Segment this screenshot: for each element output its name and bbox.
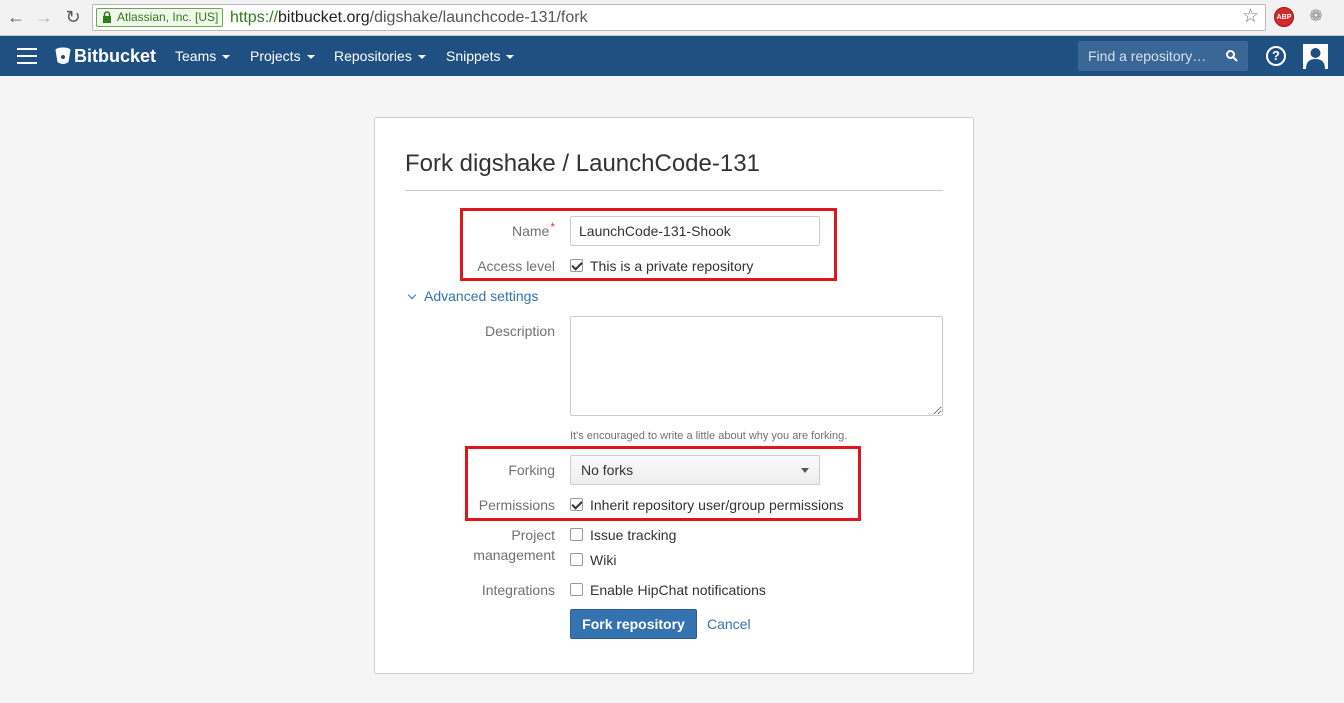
ev-badge-text: Atlassian, Inc. [US] [117, 10, 219, 24]
fork-form-card: Fork digshake / LaunchCode-131 Name* Acc… [374, 117, 974, 674]
nav-teams[interactable]: Teams [175, 36, 231, 76]
browser-toolbar: ← → ↻ Atlassian, Inc. [US] https://bitbu… [0, 0, 1344, 36]
url-text[interactable]: https://bitbucket.org/digshake/launchcod… [230, 9, 588, 27]
description-label: Description [484, 323, 555, 339]
reload-icon[interactable]: ↻ [62, 6, 84, 28]
nav-snippets[interactable]: Snippets [446, 36, 515, 76]
integrations-label: Integrations [481, 582, 555, 598]
chevron-down-icon [306, 55, 315, 60]
issue-tracking-checkbox[interactable] [570, 528, 583, 541]
url-host: bitbucket.org [278, 9, 370, 26]
hipchat-label[interactable]: Enable HipChat notifications [590, 582, 766, 598]
advanced-settings-toggle[interactable]: Advanced settings [407, 288, 539, 304]
project-label: Project [511, 527, 555, 543]
description-hint: It's encouraged to write a little about … [570, 430, 848, 442]
ev-certificate-badge[interactable]: Atlassian, Inc. [US] [96, 8, 224, 27]
forward-arrow-icon[interactable]: → [33, 6, 55, 28]
nav-snippets-label: Snippets [446, 48, 501, 64]
user-avatar[interactable] [1303, 44, 1328, 69]
star-icon[interactable]: ☆ [1242, 7, 1259, 27]
nav-projects[interactable]: Projects [250, 36, 315, 76]
page-title: Fork digshake / LaunchCode-131 [405, 150, 760, 177]
wiki-label[interactable]: Wiki [590, 552, 616, 568]
hipchat-checkbox[interactable] [570, 583, 583, 596]
title-divider [405, 190, 943, 191]
highlight-box-name-access [460, 208, 837, 281]
bitbucket-bucket-icon [55, 47, 71, 64]
chevron-down-icon [417, 55, 426, 60]
search-input[interactable] [1078, 41, 1218, 71]
url-path: /digshake/launchcode-131/fork [369, 9, 588, 26]
description-textarea[interactable] [570, 316, 943, 416]
nav-repositories[interactable]: Repositories [334, 36, 426, 76]
cancel-link[interactable]: Cancel [707, 616, 751, 632]
search-icon[interactable] [1225, 49, 1239, 63]
lock-icon [103, 11, 111, 23]
nav-projects-label: Projects [250, 48, 301, 64]
management-label: management [473, 547, 555, 563]
bitbucket-logo[interactable]: Bitbucket [55, 44, 156, 68]
repository-search [1078, 41, 1248, 71]
fork-repository-button[interactable]: Fork repository [570, 609, 697, 639]
app-header: Bitbucket Teams Projects Repositories Sn… [0, 36, 1344, 76]
adblock-icon[interactable]: ABP [1274, 7, 1294, 27]
url-scheme: https:// [230, 9, 279, 26]
user-icon [1303, 44, 1328, 69]
chevron-down-icon [222, 55, 231, 60]
menu-icon[interactable] [17, 48, 37, 64]
address-bar[interactable]: Atlassian, Inc. [US] https://bitbucket.o… [92, 4, 1266, 31]
advanced-settings-label: Advanced settings [424, 288, 539, 304]
wiki-checkbox[interactable] [570, 553, 583, 566]
nav-teams-label: Teams [175, 48, 217, 64]
back-arrow-icon[interactable]: ← [5, 6, 27, 28]
nav-repositories-label: Repositories [334, 48, 412, 64]
chevron-down-icon [407, 290, 417, 300]
extension-icon[interactable]: ❁ [1306, 8, 1326, 26]
chevron-down-icon [506, 55, 515, 60]
logo-text: Bitbucket [74, 45, 157, 66]
issue-tracking-label[interactable]: Issue tracking [590, 527, 676, 543]
help-icon[interactable]: ? [1266, 46, 1286, 66]
highlight-box-forking-permissions [465, 446, 861, 521]
